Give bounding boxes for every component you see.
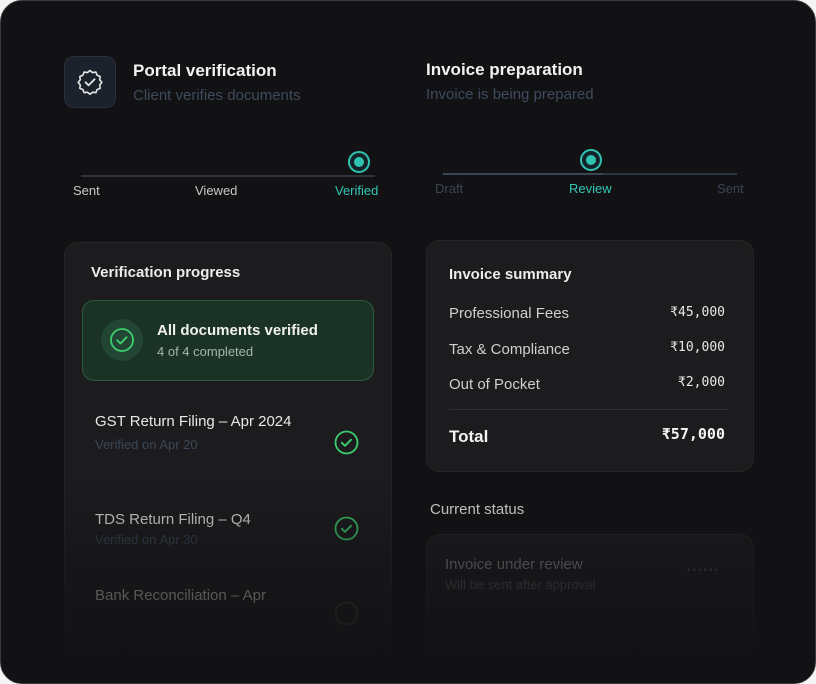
verification-title: Verification progress [91,264,241,281]
invoice-subtitle: Invoice is being prepared [426,86,594,103]
stepper-track [81,175,375,177]
invoice-title: Invoice preparation [426,60,583,79]
step-verified[interactable]: Verified [335,183,378,198]
document-title: TDS Return Filing – Q4 [95,511,251,528]
step-draft[interactable]: Draft [435,181,463,196]
portal-title: Portal verification [133,61,277,80]
pending-circle-icon [334,601,359,631]
total-value: ₹57,000 [661,425,725,443]
tax-value: ₹10,000 [670,340,725,355]
document-date: Verified on Apr 20 [95,437,198,452]
all-verified-banner: All documents verified 4 of 4 completed [82,300,374,381]
status-title: Invoice under review [445,556,583,573]
summary-title: Invoice summary [449,266,572,283]
check-circle-icon [334,430,359,460]
document-item[interactable]: Bank Reconciliation – Apr [95,585,315,606]
portal-subtitle: Client verifies documents [133,87,301,104]
banner-title: All documents verified [157,322,318,339]
check-circle-icon [334,516,359,546]
divider [449,409,729,410]
loading-dots-icon: •••••• [687,565,721,576]
status-card[interactable]: Invoice under review Will be sent after … [426,534,754,666]
step-sent-invoice[interactable]: Sent [717,181,744,196]
banner-subtitle: 4 of 4 completed [157,344,254,359]
status-subtitle: Will be sent after approval [445,577,596,592]
step-viewed[interactable]: Viewed [195,183,237,198]
step-sent[interactable]: Sent [73,183,100,198]
status-heading: Current status [430,501,525,518]
oop-value: ₹2,000 [678,375,725,390]
document-item[interactable]: TDS Return Filing – Q4 Verified on Apr 3… [95,509,315,547]
fee-label: Professional Fees [449,305,570,322]
step-active-indicator [580,149,602,171]
total-label: Total [449,427,489,446]
document-title: Bank Reconciliation – Apr [95,587,266,604]
step-review[interactable]: Review [569,181,612,196]
document-title: GST Return Filing – Apr 2024 [95,413,292,430]
step-active-indicator [348,151,370,173]
check-circle-icon [101,319,143,361]
tax-label: Tax & Compliance [449,341,570,358]
stepper-progress [443,173,603,175]
verified-badge-icon [64,56,116,108]
oop-label: Out of Pocket [449,376,540,393]
fee-value: ₹45,000 [670,305,725,320]
document-date: Verified on Apr 30 [95,532,198,547]
app-frame: Portal verification Client verifies docu… [0,0,816,684]
document-item[interactable]: GST Return Filing – Apr 2024 Verified on… [95,411,295,452]
